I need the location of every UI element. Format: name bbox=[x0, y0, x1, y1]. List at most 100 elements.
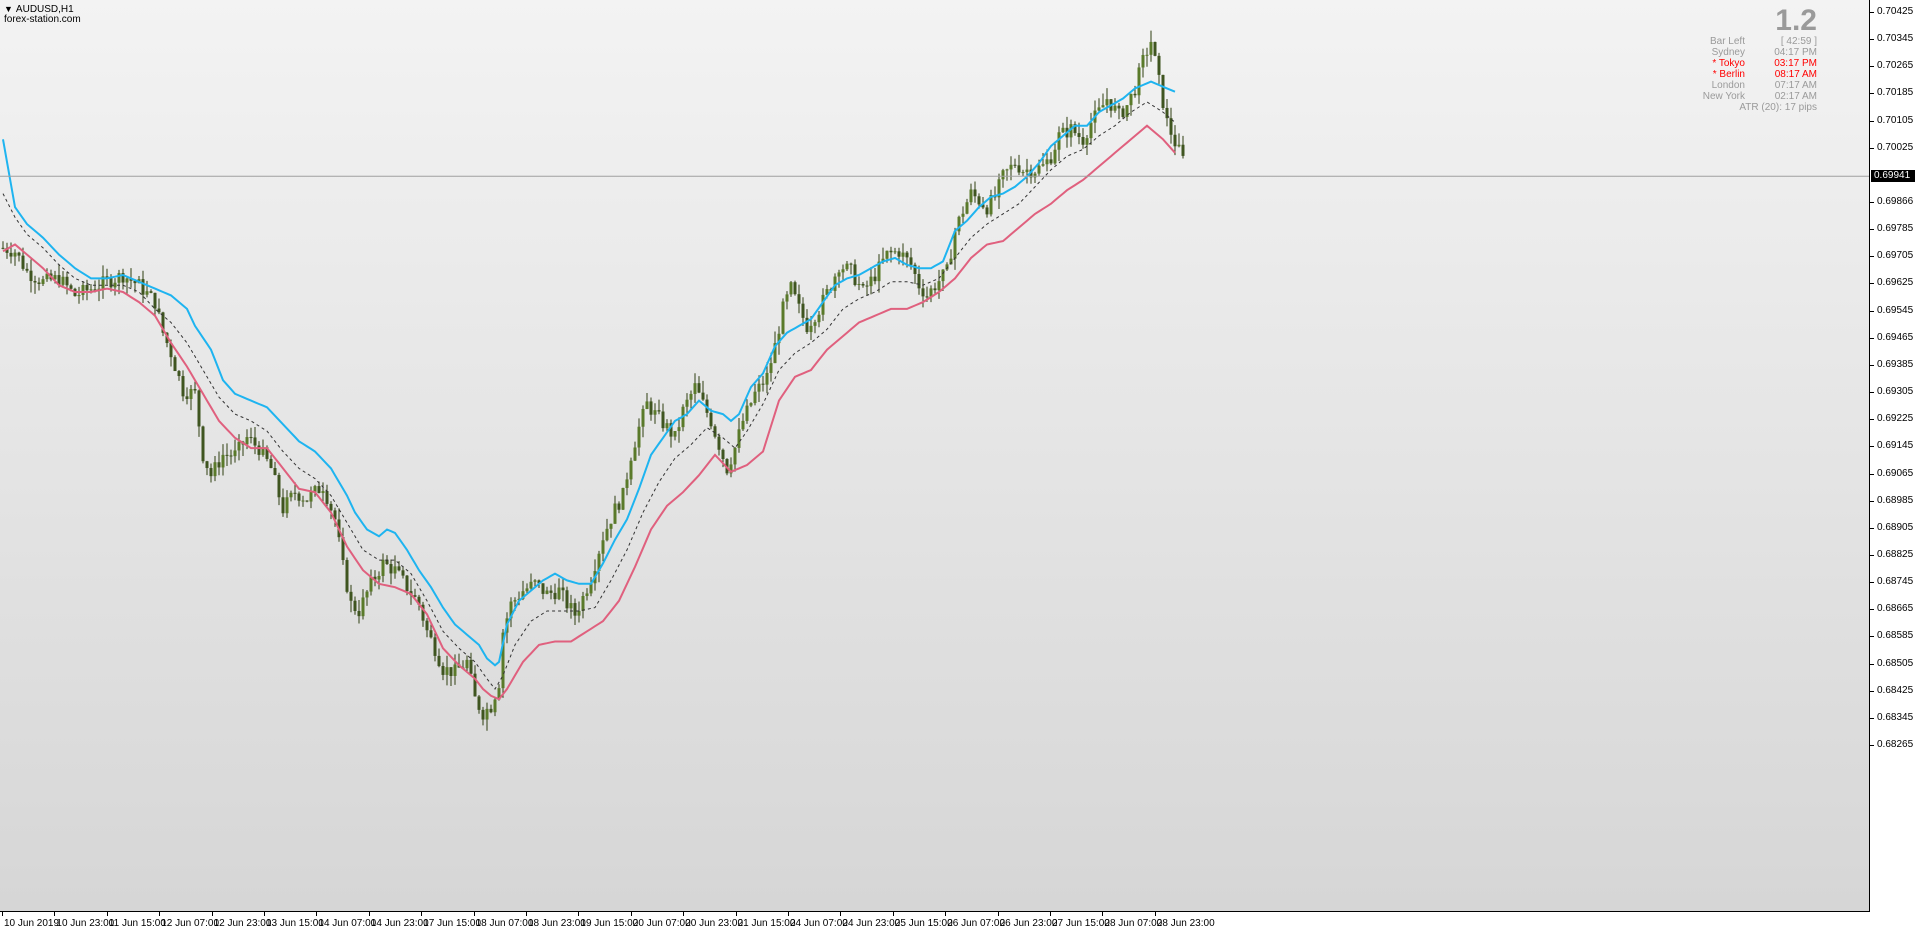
candle-body bbox=[689, 393, 693, 400]
candle-body bbox=[437, 655, 441, 667]
tick-mark bbox=[1154, 912, 1156, 916]
session-row: * Tokyo 03:17 PM bbox=[1667, 58, 1817, 69]
candle-body bbox=[481, 709, 485, 720]
candle-body bbox=[29, 270, 33, 282]
price-tick-label: 0.69145 bbox=[1877, 440, 1914, 452]
candle-body bbox=[925, 296, 929, 298]
candle-body bbox=[657, 410, 661, 412]
time-tick-label: 18 Jun 07:00 bbox=[475, 918, 534, 929]
candle-body bbox=[645, 401, 649, 409]
candle-body bbox=[1033, 173, 1037, 178]
price-tick-label: 0.68905 bbox=[1877, 521, 1914, 533]
candle-body bbox=[609, 523, 613, 529]
collapse-arrow-icon[interactable]: ▼ bbox=[4, 4, 13, 14]
candle-body bbox=[297, 493, 301, 501]
tick-mark bbox=[1870, 147, 1874, 149]
candle-body bbox=[433, 637, 437, 656]
current-price-label: 0.69941 bbox=[1871, 170, 1915, 183]
candle-body bbox=[897, 251, 901, 257]
price-axis[interactable]: 0.70425 0.70345 0.70265 0.70185 0.70105 0.700… bbox=[1870, 0, 1916, 911]
tick-mark bbox=[2, 912, 3, 916]
candle-body bbox=[353, 600, 357, 611]
candle-body bbox=[541, 583, 545, 594]
candle-body bbox=[789, 282, 793, 295]
tick-mark bbox=[1870, 500, 1874, 502]
candle-body bbox=[905, 252, 909, 258]
time-tick-label: 24 Jun 23:00 bbox=[842, 918, 901, 929]
tick-mark bbox=[473, 912, 475, 916]
candle-body bbox=[1141, 54, 1145, 68]
candle-body bbox=[329, 503, 333, 511]
candle-body bbox=[1153, 41, 1157, 56]
session-label: * Tokyo bbox=[1712, 58, 1745, 69]
tick-mark bbox=[1870, 690, 1874, 692]
tick-mark bbox=[945, 912, 947, 916]
tick-mark bbox=[106, 912, 108, 916]
time-tick-label: 19 Jun 15:00 bbox=[580, 918, 639, 929]
candle-body bbox=[245, 437, 249, 445]
candle-body bbox=[301, 500, 305, 502]
candle-body bbox=[1157, 55, 1161, 75]
candle-body bbox=[41, 279, 45, 284]
candle-body bbox=[225, 454, 229, 456]
candle-body bbox=[885, 250, 889, 259]
candle-body bbox=[1097, 107, 1101, 111]
price-tick-label: 0.69785 bbox=[1877, 223, 1914, 235]
candle-body bbox=[233, 450, 237, 457]
candle-body bbox=[1009, 164, 1013, 170]
candle-body bbox=[493, 699, 497, 713]
candle-body bbox=[1137, 67, 1141, 96]
candle-body bbox=[357, 610, 361, 617]
candle-body bbox=[613, 503, 617, 524]
candle-body bbox=[621, 487, 625, 510]
candle-body bbox=[653, 410, 657, 415]
candle-body bbox=[781, 301, 785, 334]
candle-body bbox=[449, 667, 453, 676]
candle-body bbox=[285, 497, 289, 514]
candle-body bbox=[221, 454, 225, 468]
candle-body bbox=[569, 603, 573, 609]
candle-body bbox=[197, 390, 201, 427]
candle-body bbox=[737, 429, 741, 448]
session-row: New York 02:17 AM bbox=[1667, 91, 1817, 102]
candle-body bbox=[69, 285, 73, 289]
candle-body bbox=[525, 588, 529, 592]
candle-body bbox=[377, 575, 381, 580]
candle-body bbox=[665, 423, 669, 429]
tick-mark bbox=[1870, 419, 1874, 421]
tick-mark bbox=[892, 912, 894, 916]
price-tick-label: 0.68505 bbox=[1877, 657, 1914, 669]
candle-body bbox=[697, 383, 701, 393]
time-axis[interactable]: 10 Jun 2019 10 Jun 23:00 11 Jun 15:00 12 Ju… bbox=[0, 912, 1869, 933]
tick-mark bbox=[840, 912, 842, 916]
candle-body bbox=[13, 252, 17, 257]
tick-mark bbox=[1870, 310, 1874, 312]
plot-area[interactable]: ▼ AUDUSD,H1 forex-station.com 1.2 Bar Lef… bbox=[0, 0, 1870, 912]
candle-body bbox=[145, 291, 149, 295]
candle-body bbox=[1013, 164, 1017, 166]
candle-body bbox=[633, 447, 637, 461]
candle-body bbox=[717, 436, 721, 450]
time-tick-label: 28 Jun 07:00 bbox=[1104, 918, 1163, 929]
candle-body bbox=[1117, 105, 1121, 109]
candle-body bbox=[217, 462, 221, 468]
candle-body bbox=[701, 392, 705, 400]
candle-body bbox=[917, 273, 921, 289]
price-tick-label: 0.68665 bbox=[1877, 603, 1914, 615]
time-tick-label: 28 Jun 23:00 bbox=[1156, 918, 1215, 929]
candle-body bbox=[1177, 144, 1181, 147]
time-tick-label: 26 Jun 23:00 bbox=[999, 918, 1058, 929]
candle-body bbox=[513, 600, 517, 602]
candle-body bbox=[545, 590, 549, 594]
price-chart[interactable] bbox=[0, 0, 1869, 911]
chart-window[interactable]: ▼ AUDUSD,H1 forex-station.com 1.2 Bar Lef… bbox=[0, 0, 1916, 933]
candle-body bbox=[309, 491, 313, 502]
candle-body bbox=[1149, 41, 1153, 55]
candle-body bbox=[1145, 54, 1149, 56]
candle-body bbox=[661, 411, 665, 429]
candle-body bbox=[305, 500, 309, 502]
tick-mark bbox=[683, 912, 685, 916]
candle-body bbox=[397, 566, 401, 571]
spread-value: 1.2 bbox=[1775, 4, 1817, 37]
time-tick-label: 14 Jun 07:00 bbox=[318, 918, 377, 929]
